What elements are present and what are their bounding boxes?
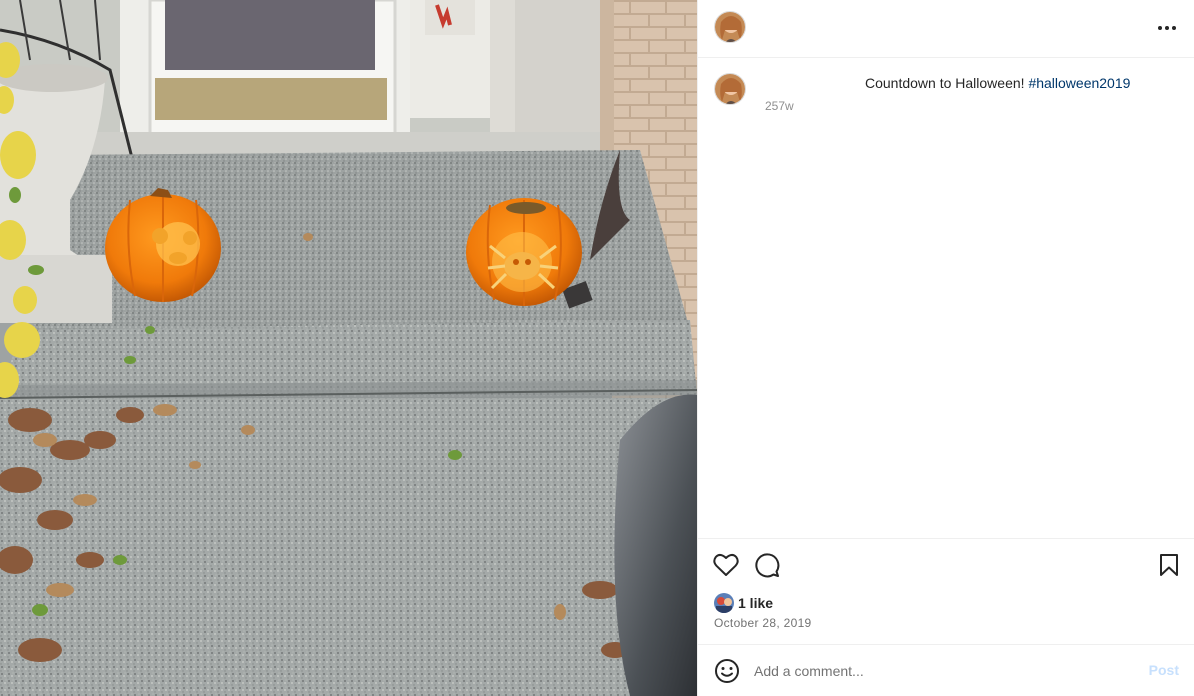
caption-body: Countdown to Halloween!: [865, 75, 1029, 91]
like-button[interactable]: [712, 551, 740, 579]
post-actions: 1 like October 28, 2019: [698, 538, 1194, 644]
caption-timestamp[interactable]: 257w: [765, 99, 794, 113]
likes-row[interactable]: 1 like: [714, 593, 773, 613]
save-button[interactable]: [1155, 551, 1183, 579]
instagram-post: Countdown to Halloween! #halloween2019 2…: [0, 0, 1194, 696]
pumpkin-right: [466, 198, 582, 306]
caption-avatar[interactable]: [714, 73, 746, 105]
comment-bubble-icon: [755, 553, 780, 578]
more-options-dot: [1165, 26, 1169, 30]
porch-pumpkins-image: [0, 0, 697, 696]
more-options-dot: [1172, 26, 1176, 30]
emoji-button[interactable]: [714, 658, 740, 684]
caption-hashtag-link[interactable]: #halloween2019: [1028, 75, 1130, 91]
more-options-button[interactable]: [1155, 18, 1179, 38]
heart-icon: [713, 554, 739, 576]
avatar-image: [715, 12, 745, 42]
comment-input[interactable]: [754, 660, 1134, 682]
comment-button[interactable]: [753, 551, 781, 579]
liker-avatar: [714, 593, 734, 613]
liker-avatar-image: [714, 593, 734, 613]
avatar-image: [715, 74, 745, 104]
post-date[interactable]: October 28, 2019: [714, 616, 812, 630]
comment-bar: Post: [698, 644, 1194, 696]
caption-row: Countdown to Halloween! #halloween2019 2…: [698, 58, 1194, 118]
emoji-smiley-icon: [715, 659, 739, 683]
profile-avatar[interactable]: [714, 11, 746, 43]
post-photo[interactable]: [0, 0, 697, 696]
post-comment-button[interactable]: Post: [1149, 662, 1179, 678]
post-side-panel: Countdown to Halloween! #halloween2019 2…: [697, 0, 1194, 696]
caption-text: Countdown to Halloween! #halloween2019: [865, 75, 1130, 91]
more-options-icon: [1158, 26, 1162, 30]
bookmark-icon: [1160, 554, 1178, 576]
likes-count[interactable]: 1 like: [738, 595, 773, 611]
post-header: [698, 0, 1194, 58]
redacted-username: [760, 70, 864, 92]
